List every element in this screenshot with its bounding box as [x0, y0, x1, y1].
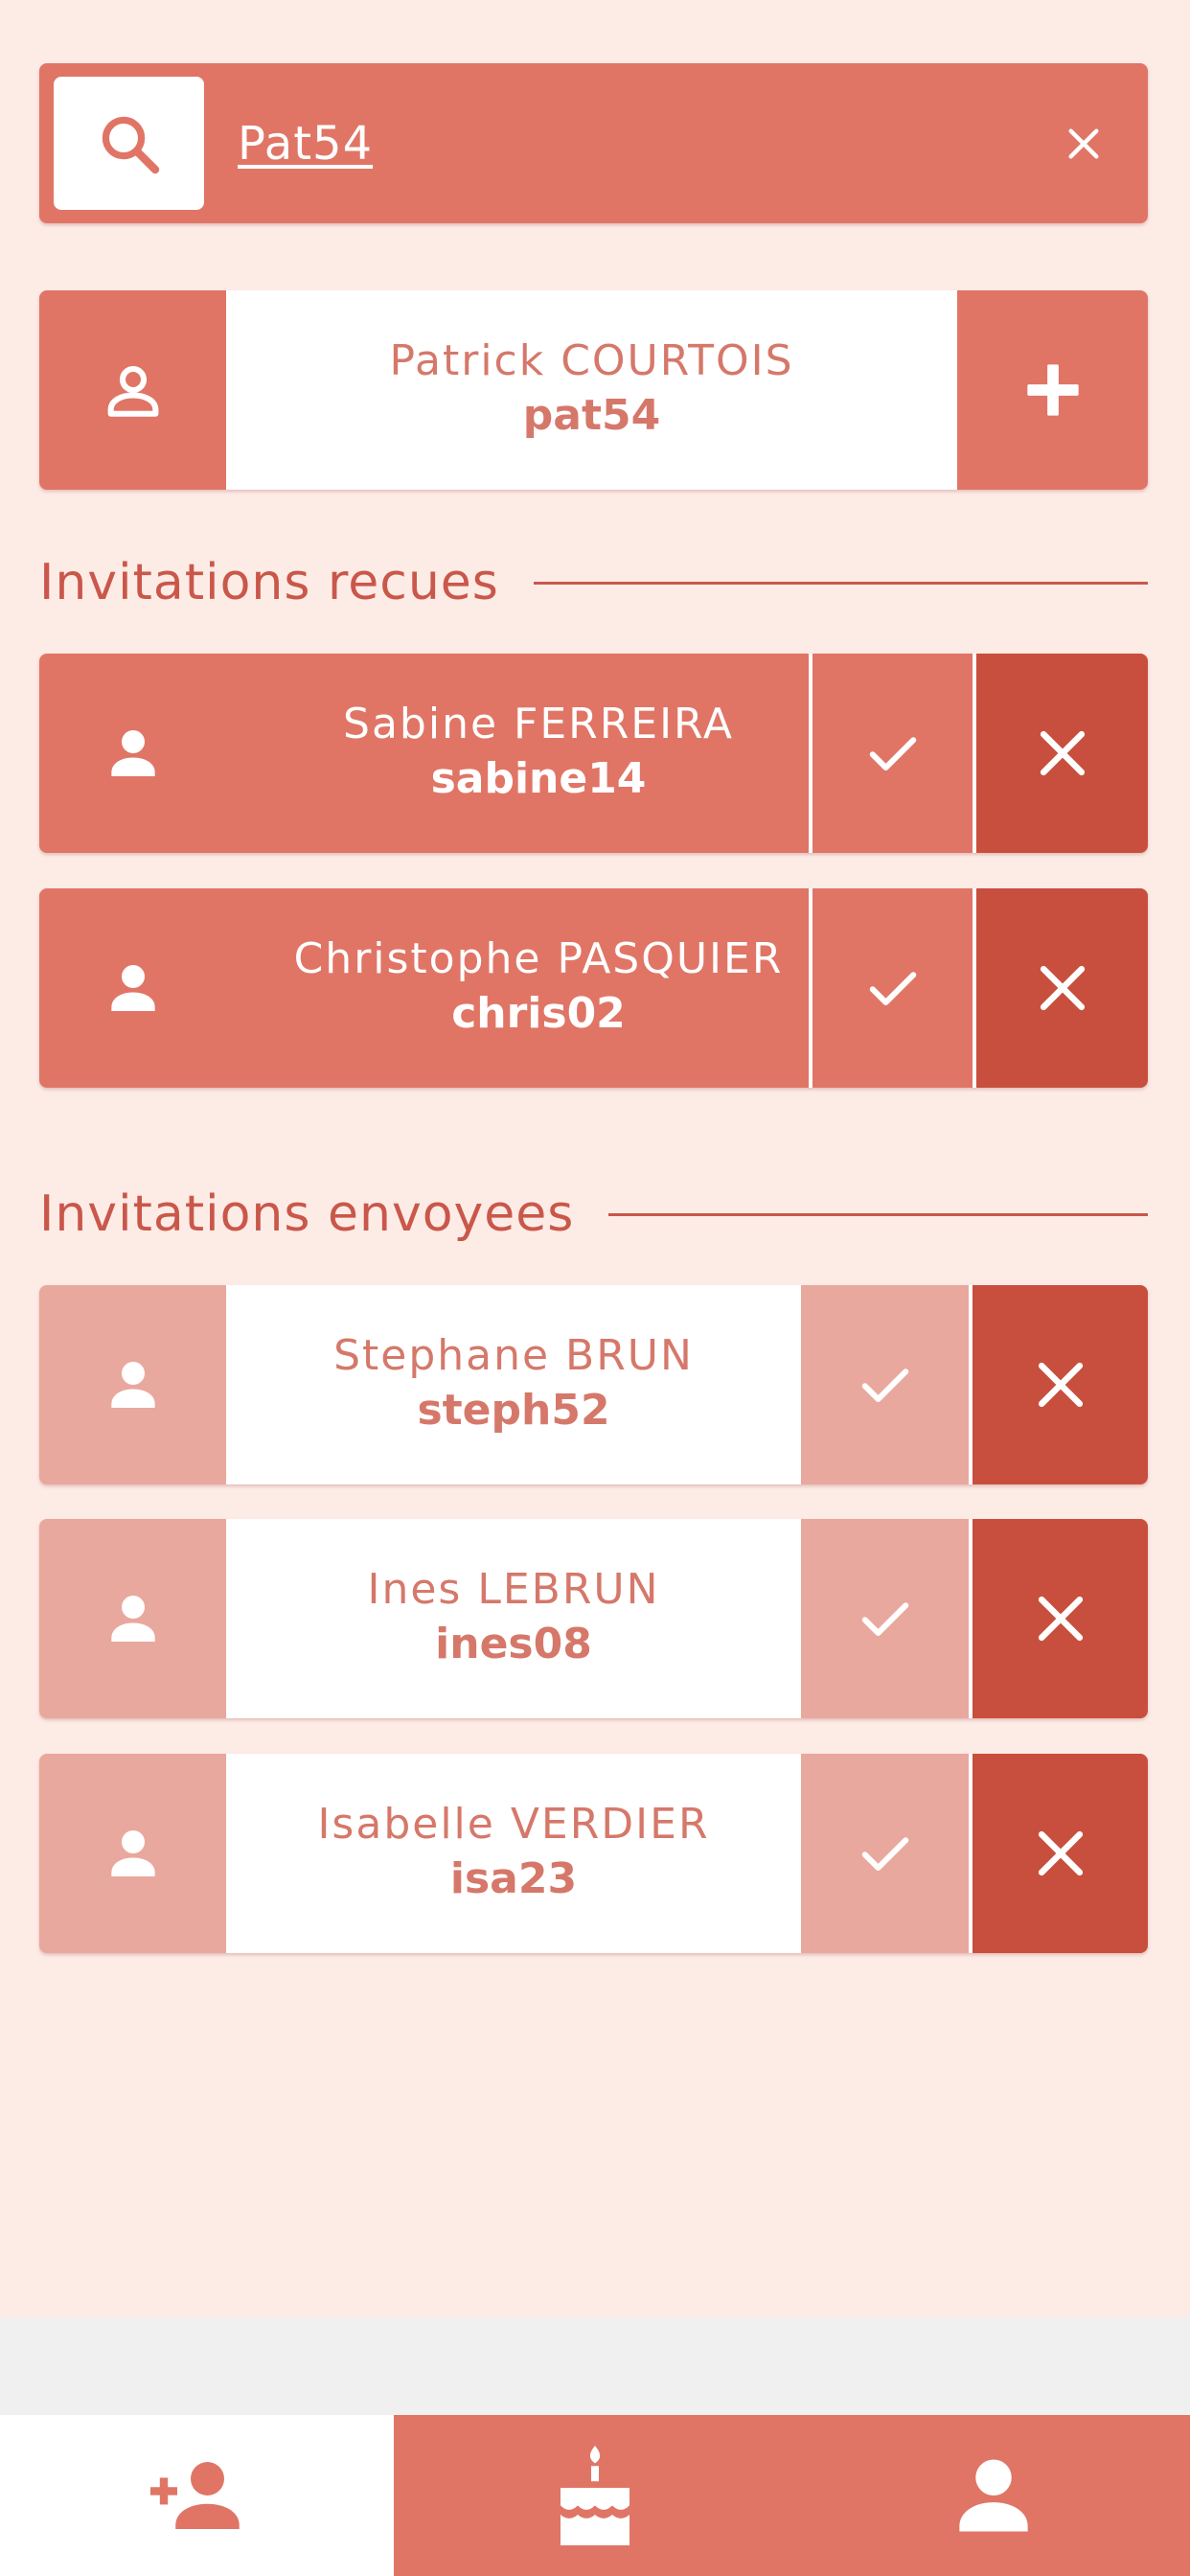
friends-screen: Pat54 Patrick COURTOIS pat54 Invitations…: [0, 0, 1190, 2317]
invitation-info: Isabelle VERDIER isa23: [226, 1754, 801, 1953]
invitation-avatar: [39, 1285, 226, 1484]
accept-invitation-button[interactable]: [812, 654, 973, 853]
check-icon: [861, 1368, 908, 1402]
invitation-name: Stephane BRUN: [333, 1330, 694, 1380]
sent-section-title: Invitations envoyees: [39, 1185, 575, 1243]
profile-icon: [958, 2459, 1028, 2532]
accept-invitation-button[interactable]: [812, 888, 973, 1088]
invitation-username: isa23: [449, 1853, 578, 1903]
cancel-invitation-button[interactable]: [973, 1519, 1148, 1718]
close-icon: [1040, 965, 1085, 1011]
check-icon: [861, 1837, 908, 1871]
close-icon: [1038, 1596, 1083, 1642]
result-name: Patrick COURTOIS: [389, 335, 794, 385]
search-input[interactable]: Pat54: [238, 117, 373, 171]
invitation-avatar: [39, 654, 226, 853]
user-icon: [110, 965, 155, 1011]
invitation-name: Christophe PASQUIER: [293, 933, 784, 983]
accept-invitation-button-disabled: [801, 1754, 969, 1953]
plus-icon: [1026, 364, 1079, 416]
cancel-invitation-button[interactable]: [973, 1754, 1148, 1953]
user-icon: [110, 1830, 155, 1876]
check-icon: [861, 1602, 908, 1636]
result-avatar: [39, 290, 226, 490]
sent-invitation-item: Isabelle VERDIER isa23: [39, 1754, 1148, 1953]
invitation-username: steph52: [417, 1385, 610, 1435]
received-invitation-item: Sabine FERREIRA sabine14: [39, 654, 1148, 853]
invitation-name: Isabelle VERDIER: [317, 1799, 710, 1849]
reject-invitation-button[interactable]: [976, 654, 1148, 853]
check-icon: [869, 737, 916, 770]
sent-invitation-item: Ines LEBRUN ines08: [39, 1519, 1148, 1718]
invitation-info: Christophe PASQUIER chris02: [226, 888, 851, 1088]
tab-profile[interactable]: [796, 2415, 1190, 2576]
tab-friends[interactable]: [0, 2415, 394, 2576]
search-button[interactable]: [54, 77, 204, 210]
birthday-cake-icon: [561, 2446, 629, 2545]
received-section-title: Invitations recues: [39, 554, 499, 611]
section-divider: [533, 581, 1148, 585]
close-icon: [1038, 1362, 1083, 1408]
invitation-avatar: [39, 1519, 226, 1718]
close-icon: [1040, 730, 1085, 776]
search-result-card: Patrick COURTOIS pat54: [39, 290, 1148, 490]
close-icon: [1038, 1830, 1083, 1876]
invitation-username: ines08: [435, 1619, 592, 1668]
user-icon: [110, 730, 155, 776]
received-section-header: Invitations recues: [39, 554, 1148, 611]
invitation-avatar: [39, 888, 226, 1088]
accept-invitation-button-disabled: [801, 1285, 969, 1484]
section-divider: [608, 1212, 1148, 1216]
user-icon: [110, 1362, 155, 1408]
result-info: Patrick COURTOIS pat54: [226, 290, 957, 490]
sent-section-header: Invitations envoyees: [39, 1185, 1148, 1243]
accept-invitation-button-disabled: [801, 1519, 969, 1718]
sent-invitation-item: Stephane BRUN steph52: [39, 1285, 1148, 1484]
invitation-info: Ines LEBRUN ines08: [226, 1519, 801, 1718]
add-friend-button[interactable]: [957, 290, 1148, 490]
tab-birthdays[interactable]: [394, 2415, 796, 2576]
invitation-name: Sabine FERREIRA: [343, 699, 734, 748]
invitation-avatar: [39, 1754, 226, 1953]
reject-invitation-button[interactable]: [976, 888, 1148, 1088]
invitation-info: Sabine FERREIRA sabine14: [226, 654, 851, 853]
invitation-username: chris02: [451, 988, 626, 1038]
invitation-name: Ines LEBRUN: [367, 1564, 660, 1614]
user-icon: [110, 1596, 155, 1642]
user-outline-icon: [107, 365, 158, 417]
cancel-invitation-button[interactable]: [973, 1285, 1148, 1484]
search-bar: Pat54: [39, 63, 1148, 223]
invitation-info: Stephane BRUN steph52: [226, 1285, 801, 1484]
invitation-username: sabine14: [430, 753, 647, 803]
clear-search-button[interactable]: [1060, 120, 1108, 168]
bottom-navigation: [0, 2415, 1190, 2576]
result-username: pat54: [522, 390, 661, 440]
close-icon: [1068, 128, 1099, 158]
add-friend-icon: [149, 2462, 240, 2529]
search-icon: [102, 116, 159, 173]
received-invitation-item: Christophe PASQUIER chris02: [39, 888, 1148, 1088]
check-icon: [869, 972, 916, 1005]
